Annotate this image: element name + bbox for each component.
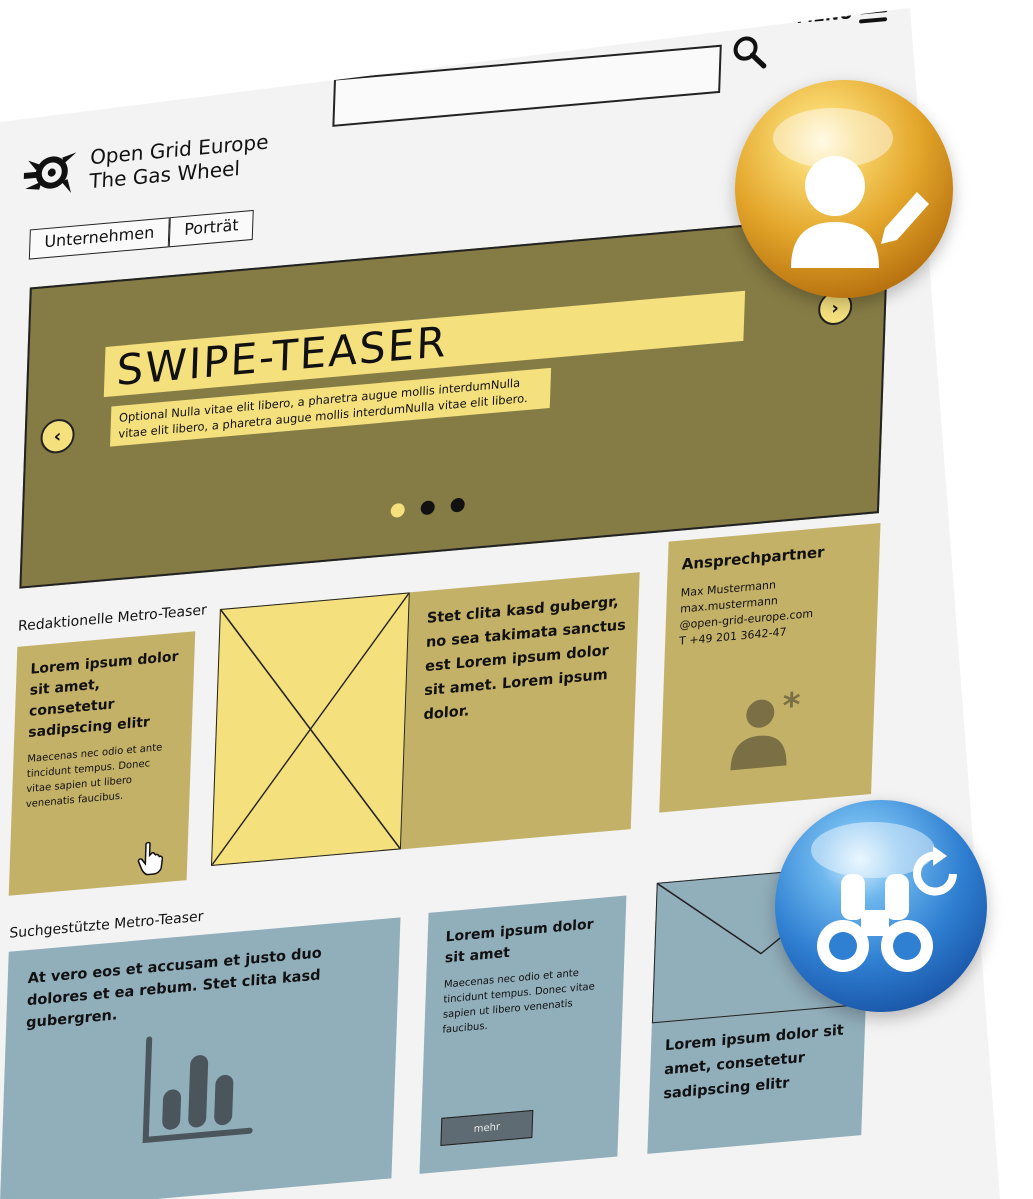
user-edit-badge[interactable] (735, 80, 953, 298)
slide-indicator (390, 497, 465, 519)
tab-unternehmen[interactable]: Unternehmen (28, 217, 170, 260)
slide-dot[interactable] (450, 497, 465, 513)
slide-dot[interactable] (390, 502, 405, 519)
user-edit-icon (773, 108, 929, 268)
tab-portraet[interactable]: Porträt (168, 209, 255, 248)
logo[interactable]: Open Grid Europe The Gas Wheel (23, 117, 285, 210)
card4-text: At vero eos et accusam et justo duo dolo… (25, 945, 322, 1032)
menu-button[interactable]: MENU (796, 3, 909, 34)
section-label-editorial: Redaktionelle Metro-Teaser (17, 602, 208, 635)
card5-body: Maecenas nec odio et ante tincidunt temp… (442, 967, 595, 1036)
image-placeholder (211, 592, 410, 866)
menu-label: MENU (796, 3, 854, 29)
card1-heading: Lorem ipsum dolor sit amet, consetetur s… (28, 648, 179, 741)
search-icon[interactable] (729, 30, 770, 74)
card5-heading: Lorem ipsum dolor sit amet (444, 916, 594, 967)
hand-pointer-icon (137, 841, 164, 876)
contact-heading: Ansprechpartner (681, 542, 825, 574)
tab-bar: Unternehmen Porträt (28, 209, 255, 260)
hamburger-icon (858, 8, 888, 24)
binoculars-refresh-badge[interactable] (775, 800, 987, 1012)
person-star-icon: * (730, 687, 801, 771)
logo-text: Open Grid Europe The Gas Wheel (89, 129, 269, 193)
card2-text: Stet clita kasd gubergr, no sea takimata… (423, 594, 626, 724)
svg-text:*: * (782, 687, 801, 726)
slide-dot[interactable] (420, 500, 435, 516)
search-input[interactable] (332, 44, 722, 127)
gas-wheel-logo-icon (23, 152, 77, 193)
binoculars-refresh-icon (811, 822, 957, 972)
card1-body: Maecenas nec odio et ante tincidunt temp… (25, 742, 163, 811)
search-card-2[interactable]: Lorem ipsum dolor sit amet Maecenas nec … (419, 895, 627, 1174)
contact-card[interactable]: Ansprechpartner Max Mustermann max.muste… (659, 523, 881, 813)
bar-chart-icon (142, 1036, 253, 1144)
chevron-left-icon: ‹ (53, 425, 62, 448)
card6-text: Lorem ipsum dolor sit amet, consetetur s… (663, 1022, 845, 1103)
editorial-card-2[interactable]: Stet clita kasd gubergr, no sea takimata… (211, 572, 640, 866)
prev-slide-button[interactable]: ‹ (39, 417, 76, 455)
chevron-right-icon: › (831, 296, 840, 319)
search-card-1[interactable]: At vero eos et accusam et justo duo dolo… (0, 917, 401, 1199)
more-button[interactable]: mehr (440, 1109, 534, 1147)
editorial-card-1[interactable]: Lorem ipsum dolor sit amet, consetetur s… (8, 631, 196, 896)
